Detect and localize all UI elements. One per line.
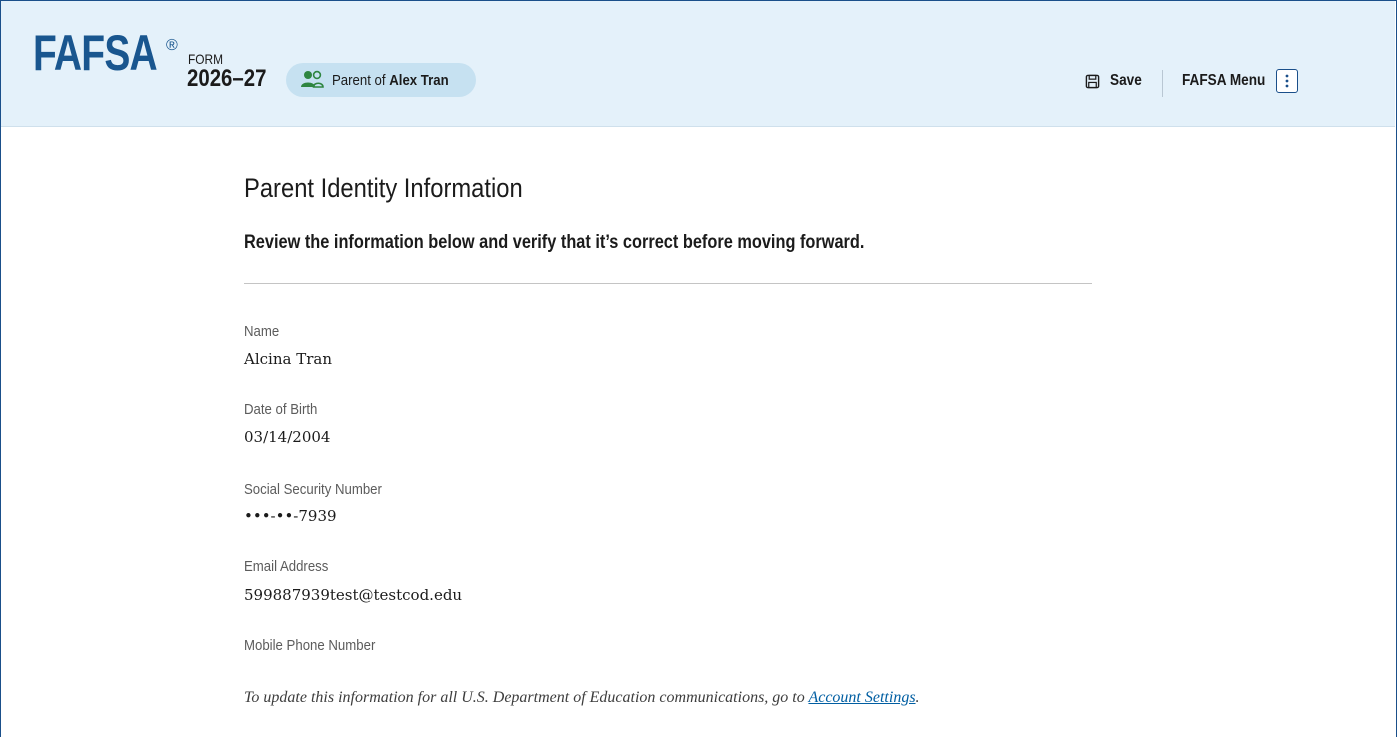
- fafsa-logo[interactable]: FAFSA: [33, 28, 158, 78]
- vertical-ellipsis-icon: [1276, 69, 1298, 93]
- role-badge: Parent of Alex Tran: [286, 63, 476, 97]
- update-info-note: To update this information for all U.S. …: [244, 689, 920, 707]
- users-icon: [301, 70, 324, 88]
- page-subtitle: Review the information below and verify …: [244, 232, 865, 253]
- role-student-name: Alex Tran: [389, 71, 449, 89]
- dob-value: 03/14/2004: [244, 428, 331, 446]
- dob-label: Date of Birth: [244, 401, 318, 418]
- email-label: Email Address: [244, 558, 329, 575]
- save-label: Save: [1110, 72, 1142, 89]
- registered-mark: ®: [166, 37, 178, 54]
- header-divider: [1162, 70, 1163, 97]
- ssn-label: Social Security Number: [244, 481, 382, 498]
- form-year: 2026–27: [187, 65, 267, 92]
- name-label: Name: [244, 323, 280, 340]
- section-divider: [244, 283, 1092, 284]
- note-end: .: [915, 689, 920, 706]
- ssn-value: •••-••-7939: [244, 507, 337, 525]
- role-prefix: Parent of: [332, 71, 390, 89]
- role-text: Parent of Alex Tran: [332, 72, 449, 89]
- fafsa-menu-label: FAFSA Menu: [1182, 72, 1266, 89]
- account-settings-link[interactable]: Account Settings: [808, 689, 915, 706]
- fafsa-menu-button[interactable]: FAFSA Menu: [1182, 69, 1298, 93]
- note-text: To update this information for all U.S. …: [244, 689, 809, 706]
- site-header: FAFSA ® FORM 2026–27 Parent of Alex Tran…: [1, 1, 1395, 127]
- save-button[interactable]: Save: [1085, 72, 1147, 90]
- floppy-disk-icon: [1085, 74, 1100, 88]
- mobile-phone-label: Mobile Phone Number: [244, 637, 376, 654]
- name-value: Alcina Tran: [244, 350, 332, 368]
- page-title: Parent Identity Information: [244, 173, 523, 203]
- email-value: 599887939test@testcod.edu: [244, 586, 463, 604]
